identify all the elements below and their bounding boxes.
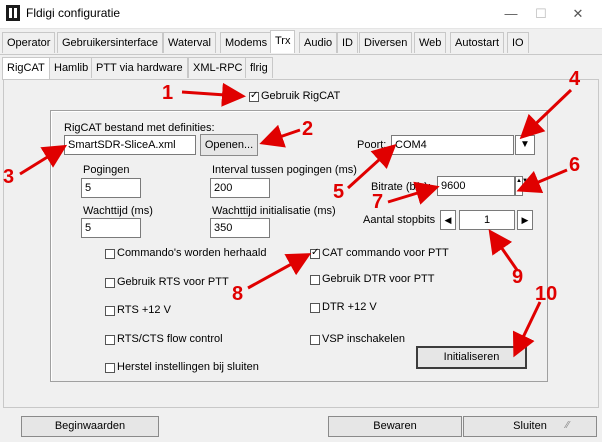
arrow-3 xyxy=(19,144,68,176)
arrow-1 xyxy=(181,82,246,107)
annotation-4: 4 xyxy=(569,68,581,90)
arrow-4 xyxy=(519,88,573,140)
arrow-7 xyxy=(387,181,440,205)
arrow-6 xyxy=(516,168,568,194)
arrow-5 xyxy=(346,143,397,190)
annotation-9: 9 xyxy=(512,266,524,288)
annotation-10: 10 xyxy=(535,283,558,305)
annotation-arrows xyxy=(19,82,573,358)
arrow-8 xyxy=(247,253,312,290)
arrow-10 xyxy=(512,301,542,358)
annotation-1: 1 xyxy=(162,82,174,104)
arrow-2 xyxy=(259,124,301,148)
annotation-2: 2 xyxy=(302,118,314,140)
arrow-9 xyxy=(488,229,519,271)
annotation-5: 5 xyxy=(333,181,345,203)
annotation-6: 6 xyxy=(569,154,581,176)
annotation-7: 7 xyxy=(372,191,384,213)
annotation-3: 3 xyxy=(3,166,15,188)
annotation-8: 8 xyxy=(232,283,244,305)
